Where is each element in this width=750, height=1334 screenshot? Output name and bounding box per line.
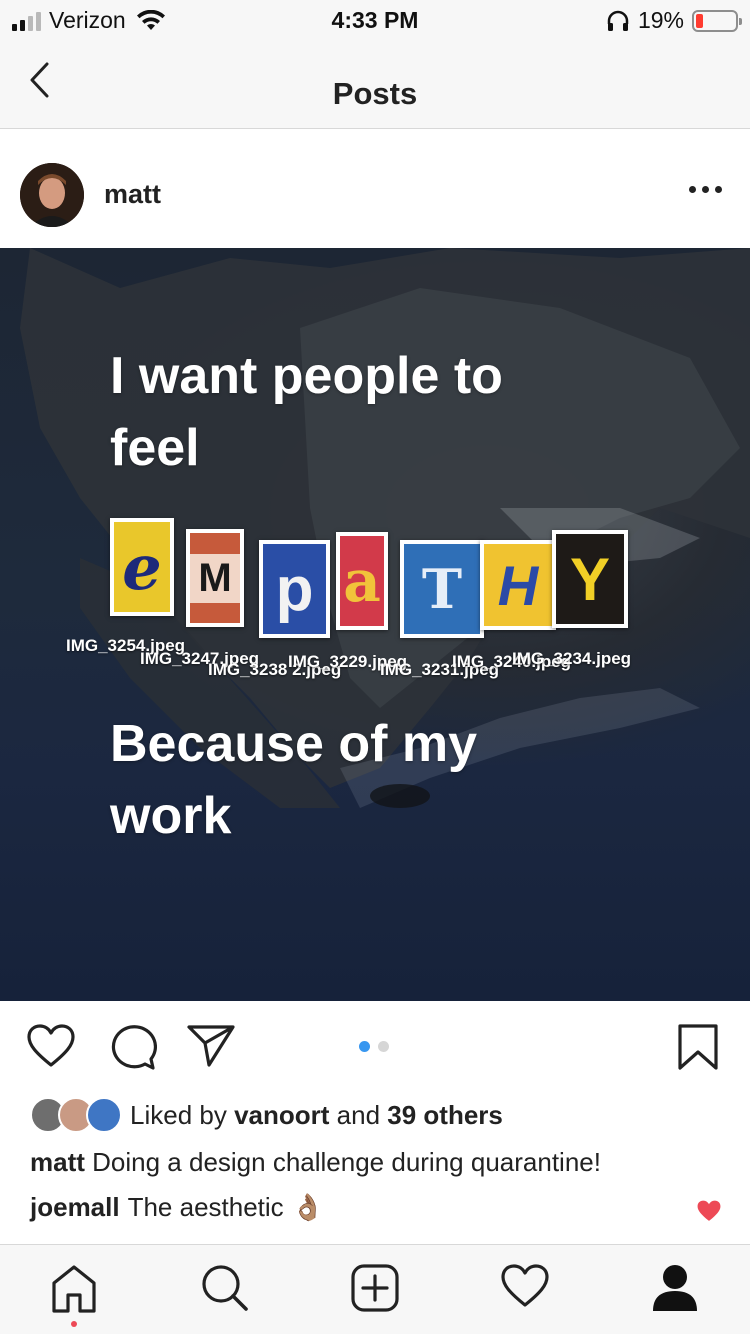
comment-like-heart-icon[interactable] <box>696 1199 722 1223</box>
caption-username[interactable]: matt <box>30 1147 85 1177</box>
letter-tile: e <box>110 518 174 616</box>
carousel-indicator <box>359 1041 389 1052</box>
search-icon[interactable] <box>200 1263 250 1313</box>
image-text-line-1: I want people to <box>110 347 503 405</box>
ok-hand-emoji: 👌🏽 <box>291 1192 325 1222</box>
post-caption: matt Doing a design challenge during qua… <box>30 1147 601 1178</box>
profile-icon[interactable] <box>651 1263 699 1311</box>
post-image[interactable]: I want people to feel e M p a T H Y IMG_… <box>0 248 750 1001</box>
home-icon[interactable] <box>50 1263 98 1315</box>
caption-text: Doing a design challenge during quaranti… <box>92 1147 601 1177</box>
post-username[interactable]: matt <box>104 179 161 210</box>
letter-tile: Y <box>552 530 628 628</box>
post-header: matt <box>0 130 750 248</box>
home-activity-dot <box>71 1321 77 1327</box>
status-bar: Verizon 4:33 PM 19% <box>0 0 750 40</box>
comment-icon[interactable] <box>107 1023 157 1071</box>
comment-text: The aesthetic <box>127 1192 284 1222</box>
avatar <box>86 1097 122 1133</box>
battery-icon <box>692 9 742 32</box>
headphones-icon <box>607 10 629 31</box>
navigation-bar: Posts <box>0 40 750 129</box>
letter-tile: T <box>400 540 484 638</box>
activity-heart-icon[interactable] <box>500 1263 550 1309</box>
add-post-icon[interactable] <box>350 1263 400 1313</box>
likes-others-link[interactable]: 39 others <box>387 1100 503 1130</box>
image-text-line-2: feel <box>110 419 200 477</box>
letter-tile: a <box>336 532 388 630</box>
liker-username[interactable]: vanoort <box>234 1100 329 1130</box>
carousel-dot <box>378 1041 389 1052</box>
file-label: IMG_3234.jpeg <box>512 649 632 668</box>
ellipsis-icon[interactable] <box>689 186 722 193</box>
letter-tile: H <box>480 540 556 630</box>
share-icon[interactable] <box>186 1023 236 1069</box>
heart-icon[interactable] <box>26 1023 76 1069</box>
bookmark-icon[interactable] <box>676 1023 720 1071</box>
comment: joemall The aesthetic 👌🏽 <box>30 1192 324 1223</box>
letter-tile: M <box>186 529 244 627</box>
image-text-line-4: work <box>110 787 232 845</box>
page-title: Posts <box>332 76 418 111</box>
likes-text: Liked by vanoort and 39 others <box>130 1099 503 1130</box>
status-right: 19% <box>606 7 742 34</box>
avatar[interactable] <box>20 163 84 227</box>
likes-row[interactable]: Liked by vanoort and 39 others <box>30 1095 503 1135</box>
tab-bar <box>0 1244 750 1334</box>
liker-avatars <box>30 1097 122 1133</box>
post-actions <box>0 1001 750 1091</box>
image-text-line-3: Because of my <box>110 715 478 773</box>
comment-username[interactable]: joemall <box>30 1192 120 1223</box>
battery-percent: 19% <box>637 7 684 33</box>
carousel-dot <box>359 1041 370 1052</box>
letter-tile: p <box>259 540 330 638</box>
